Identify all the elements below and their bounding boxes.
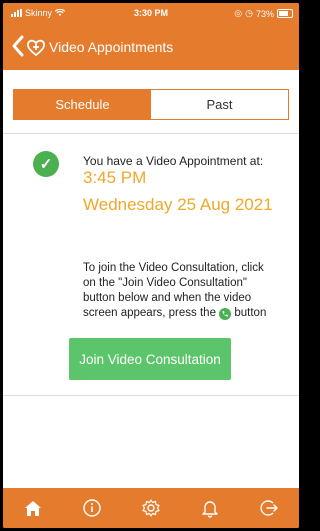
status-bar: Skinny 3:30 PM ◎ ◷ 73% [3,3,299,24]
instruction-line: on the "Join Video Consultation" [83,277,247,289]
home-icon[interactable] [19,494,47,522]
tab-past[interactable]: Past [151,90,288,119]
battery-percent: 73% [255,8,274,19]
segmented-tabs: Schedule Past [13,89,289,120]
nav-bar: Video Appointments [3,24,299,70]
join-video-consultation-button[interactable]: Join Video Consultation [69,338,231,380]
instruction-line: screen appears, press the button [83,306,295,321]
instruction-text: button [234,307,267,319]
appointment-intro: You have a Video Appointment at: [83,154,264,168]
instruction-line: button below and when the video [83,292,252,304]
join-instructions: To join the Video Consultation, click on… [83,261,295,321]
tab-schedule[interactable]: Schedule [14,90,151,119]
status-right: ◎ ◷ 73% [234,8,293,19]
notifications-icon[interactable] [196,494,224,522]
heart-logo-icon [27,39,45,57]
instruction-text: screen appears, press the [83,307,216,319]
check-icon: ✓ [33,151,59,177]
divider-top [3,133,299,134]
bottom-tab-bar [3,488,299,528]
location-icon: ◎ [234,8,243,18]
app-screen: Skinny 3:30 PM ◎ ◷ 73% Video Appointment… [3,3,299,528]
battery-icon [277,9,293,18]
divider-bottom [3,395,299,396]
page-title: Video Appointments [49,39,174,55]
appointment-date: Wednesday 25 Aug 2021 [83,195,273,214]
alarm-icon: ◷ [245,8,253,18]
instruction-line: To join the Video Consultation, click [83,262,264,274]
appointment-time: 3:45 PM [83,168,147,187]
logout-icon[interactable] [255,494,283,522]
phone-icon [219,308,232,320]
info-icon[interactable] [78,494,106,522]
settings-icon[interactable] [137,494,165,522]
